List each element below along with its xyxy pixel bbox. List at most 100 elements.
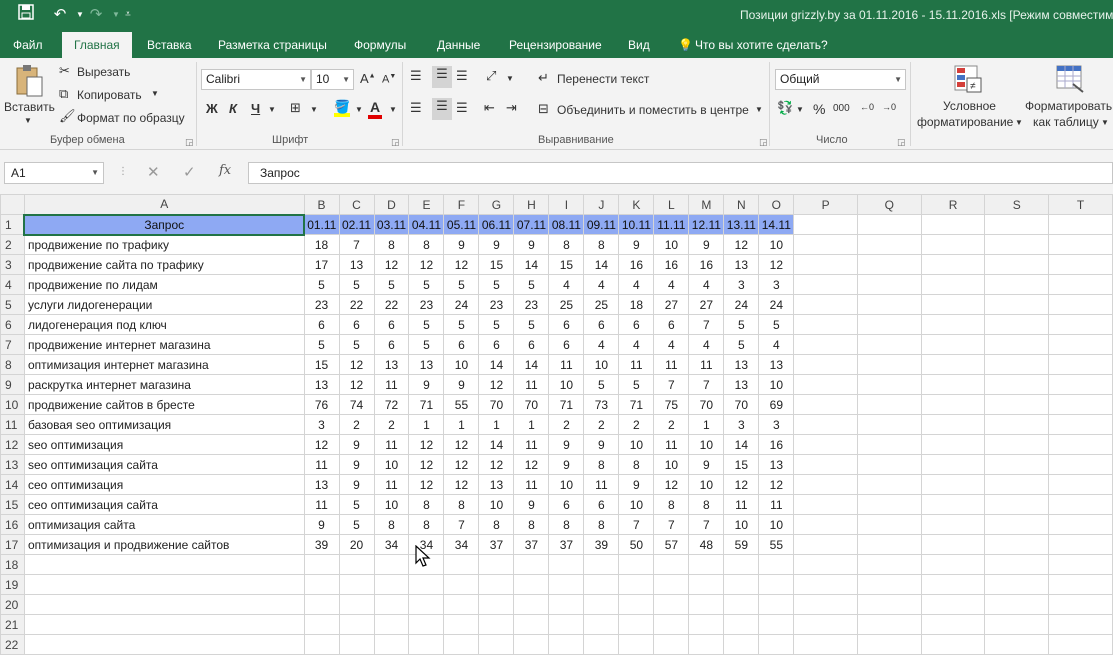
position-cell[interactable]: 6 bbox=[513, 334, 550, 355]
empty-cell[interactable] bbox=[618, 634, 655, 655]
position-cell[interactable]: 23 bbox=[513, 294, 550, 315]
tab-file[interactable]: Файл bbox=[13, 32, 43, 58]
empty-cell[interactable] bbox=[443, 594, 480, 615]
position-cell[interactable]: 6 bbox=[303, 314, 340, 335]
position-cell[interactable]: 12 bbox=[408, 474, 445, 495]
empty-cell[interactable] bbox=[920, 634, 986, 655]
row-header[interactable]: 9 bbox=[0, 374, 25, 395]
position-cell[interactable]: 6 bbox=[443, 334, 480, 355]
align-top-icon[interactable]: ☰ bbox=[410, 68, 422, 84]
borders-icon[interactable]: ⊞ bbox=[290, 100, 301, 116]
position-cell[interactable]: 11 bbox=[513, 374, 550, 395]
position-cell[interactable]: 12 bbox=[408, 254, 445, 275]
position-cell[interactable]: 12 bbox=[443, 434, 480, 455]
empty-cell[interactable] bbox=[583, 574, 620, 595]
position-cell[interactable]: 4 bbox=[688, 334, 725, 355]
insert-function-icon[interactable]: fx bbox=[219, 163, 231, 178]
header-cell[interactable]: 02.11 bbox=[338, 214, 375, 235]
row-header[interactable]: 8 bbox=[0, 354, 25, 375]
paste-icon[interactable] bbox=[12, 64, 46, 98]
empty-cell[interactable] bbox=[793, 494, 858, 515]
position-cell[interactable]: 12 bbox=[443, 454, 480, 475]
empty-cell[interactable] bbox=[478, 594, 515, 615]
empty-cell[interactable] bbox=[758, 614, 795, 635]
cut-icon[interactable]: ✂ bbox=[59, 63, 70, 79]
row-header[interactable]: 2 bbox=[0, 234, 25, 255]
alignment-launcher-icon[interactable]: ◲ bbox=[759, 137, 768, 148]
position-cell[interactable]: 70 bbox=[723, 394, 760, 415]
empty-cell[interactable] bbox=[303, 634, 340, 655]
position-cell[interactable]: 9 bbox=[688, 234, 725, 255]
position-cell[interactable]: 69 bbox=[758, 394, 795, 415]
increase-indent-icon[interactable]: ⇥ bbox=[506, 100, 517, 116]
empty-cell[interactable] bbox=[793, 214, 858, 235]
empty-cell[interactable] bbox=[857, 294, 922, 315]
position-cell[interactable]: 9 bbox=[408, 374, 445, 395]
tab-data[interactable]: Данные bbox=[437, 32, 480, 58]
empty-cell[interactable] bbox=[513, 634, 550, 655]
empty-cell[interactable] bbox=[920, 454, 986, 475]
position-cell[interactable]: 9 bbox=[303, 514, 340, 535]
position-cell[interactable]: 24 bbox=[443, 294, 480, 315]
decrease-decimal-icon[interactable]: →0 bbox=[882, 102, 896, 112]
empty-cell[interactable] bbox=[373, 594, 410, 615]
empty-cell[interactable] bbox=[338, 614, 375, 635]
empty-cell[interactable] bbox=[920, 434, 986, 455]
empty-cell[interactable] bbox=[583, 614, 620, 635]
empty-cell[interactable] bbox=[920, 534, 986, 555]
column-header[interactable]: B bbox=[303, 194, 340, 215]
position-cell[interactable]: 13 bbox=[303, 374, 340, 395]
empty-cell[interactable] bbox=[1048, 534, 1113, 555]
empty-cell[interactable] bbox=[1048, 474, 1113, 495]
conditional-dropdown-icon[interactable]: ▼ bbox=[1015, 118, 1023, 127]
position-cell[interactable]: 14 bbox=[478, 434, 515, 455]
empty-cell[interactable] bbox=[793, 634, 858, 655]
position-cell[interactable]: 16 bbox=[758, 434, 795, 455]
borders-dropdown-icon[interactable]: ▼ bbox=[310, 105, 318, 114]
empty-cell[interactable] bbox=[984, 534, 1050, 555]
position-cell[interactable]: 13 bbox=[723, 374, 760, 395]
tab-page-layout[interactable]: Разметка страницы bbox=[218, 32, 327, 58]
empty-cell[interactable] bbox=[723, 634, 760, 655]
align-left-icon[interactable]: ☰ bbox=[410, 100, 422, 116]
position-cell[interactable]: 1 bbox=[408, 414, 445, 435]
empty-cell[interactable] bbox=[984, 494, 1050, 515]
position-cell[interactable]: 12 bbox=[338, 374, 375, 395]
position-cell[interactable]: 11 bbox=[653, 434, 690, 455]
position-cell[interactable]: 12 bbox=[723, 234, 760, 255]
position-cell[interactable]: 6 bbox=[548, 494, 585, 515]
empty-cell[interactable] bbox=[1048, 214, 1113, 235]
position-cell[interactable]: 3 bbox=[303, 414, 340, 435]
empty-cell[interactable] bbox=[653, 634, 690, 655]
font-color-icon[interactable]: A bbox=[368, 99, 382, 119]
position-cell[interactable]: 4 bbox=[688, 274, 725, 295]
query-cell[interactable]: базовая seo оптимизация bbox=[23, 414, 305, 435]
empty-cell[interactable] bbox=[857, 594, 922, 615]
empty-cell[interactable] bbox=[984, 214, 1050, 235]
position-cell[interactable]: 59 bbox=[723, 534, 760, 555]
position-cell[interactable]: 14 bbox=[723, 434, 760, 455]
font-launcher-icon[interactable]: ◲ bbox=[391, 137, 400, 148]
position-cell[interactable]: 11 bbox=[373, 374, 410, 395]
empty-cell[interactable] bbox=[583, 554, 620, 575]
position-cell[interactable]: 8 bbox=[443, 494, 480, 515]
font-name-dropdown[interactable]: Calibri ▼ bbox=[201, 69, 311, 90]
font-color-dropdown-icon[interactable]: ▼ bbox=[389, 105, 397, 114]
empty-cell[interactable] bbox=[984, 594, 1050, 615]
empty-cell[interactable] bbox=[857, 534, 922, 555]
column-header[interactable]: I bbox=[548, 194, 585, 215]
position-cell[interactable]: 9 bbox=[618, 474, 655, 495]
position-cell[interactable]: 14 bbox=[513, 354, 550, 375]
position-cell[interactable]: 6 bbox=[583, 314, 620, 335]
header-cell[interactable]: 03.11 bbox=[373, 214, 410, 235]
position-cell[interactable]: 10 bbox=[758, 514, 795, 535]
column-header[interactable]: G bbox=[478, 194, 515, 215]
empty-cell[interactable] bbox=[513, 554, 550, 575]
empty-cell[interactable] bbox=[618, 554, 655, 575]
position-cell[interactable]: 2 bbox=[338, 414, 375, 435]
position-cell[interactable]: 8 bbox=[583, 234, 620, 255]
empty-cell[interactable] bbox=[920, 274, 986, 295]
position-cell[interactable]: 9 bbox=[618, 234, 655, 255]
empty-cell[interactable] bbox=[920, 474, 986, 495]
column-header[interactable]: L bbox=[653, 194, 690, 215]
